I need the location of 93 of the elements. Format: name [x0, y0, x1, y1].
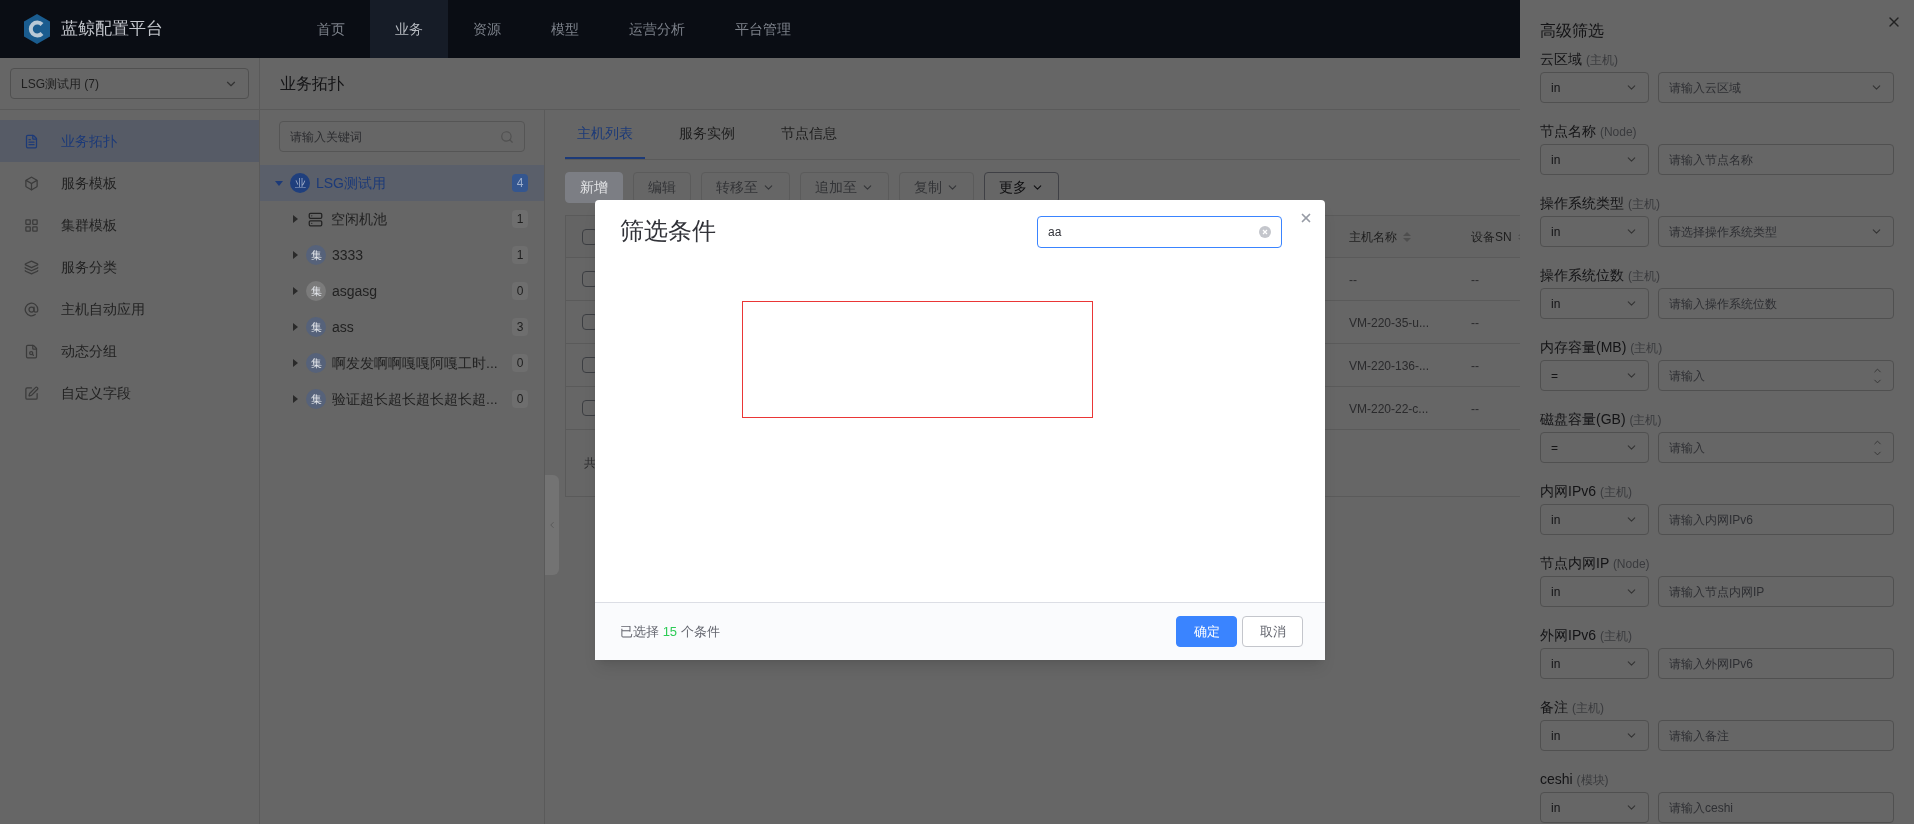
column-header: 设备SN: [1471, 228, 1512, 246]
cube-icon: [24, 175, 39, 191]
operator-select[interactable]: =: [1540, 432, 1649, 463]
operator-select[interactable]: in: [1540, 144, 1649, 175]
table-cell: --: [1471, 402, 1479, 416]
dialog-title: 筛选条件: [620, 216, 716, 246]
operator-select[interactable]: in: [1540, 792, 1649, 823]
business-select[interactable]: LSG测试用 (7): [10, 68, 249, 99]
column-header: 主机名称: [1349, 228, 1397, 246]
file-search-icon: [24, 343, 39, 359]
tree-node[interactable]: 空闲机池 1: [260, 201, 544, 237]
tree-node-label: 空闲机池: [331, 209, 388, 229]
sidebar-item[interactable]: 集群模板: [0, 204, 259, 246]
sidebar-item[interactable]: 服务模板: [0, 162, 259, 204]
set-badge: 集: [306, 353, 326, 373]
table-cell: VM-220-35-u...: [1349, 316, 1430, 330]
tab[interactable]: 主机列表: [565, 110, 645, 159]
edit-icon: [24, 385, 39, 401]
at-sign-icon: [24, 301, 39, 317]
tree-node[interactable]: 集 ass 3: [260, 309, 544, 345]
nav-item[interactable]: 运营分析: [604, 0, 710, 58]
operator-select[interactable]: in: [1540, 576, 1649, 607]
clear-icon[interactable]: [1259, 226, 1271, 238]
confirm-button[interactable]: 确定: [1176, 616, 1237, 647]
tree-node-label: ass: [332, 317, 355, 337]
table-cell: --: [1471, 316, 1479, 330]
pagination-text: 共: [584, 455, 596, 472]
sidebar-item[interactable]: 动态分组: [0, 330, 259, 372]
caret-right-icon[interactable]: [290, 286, 300, 296]
tree-node-label: 验证超长超长超长超长超...: [332, 389, 499, 409]
sidebar-item[interactable]: 自定义字段: [0, 372, 259, 414]
tab[interactable]: 服务实例: [667, 110, 747, 159]
count-badge: 1: [512, 210, 528, 228]
tree-node-label: 啊发发啊啊嘎嘎阿嘎工时...: [332, 353, 499, 373]
page-title: 业务拓扑: [280, 73, 344, 94]
operator-select[interactable]: in: [1540, 72, 1649, 103]
tree-node-label: 3333: [332, 245, 365, 265]
operator-select[interactable]: in: [1540, 288, 1649, 319]
grid-icon: [24, 217, 39, 233]
count-badge: 4: [512, 174, 528, 192]
operator-select[interactable]: in: [1540, 720, 1649, 751]
selection-summary: 已选择 15 个条件: [620, 622, 720, 641]
table-cell: --: [1471, 359, 1479, 373]
count-badge: 1: [512, 246, 528, 264]
tree-node[interactable]: 集 验证超长超长超长超长超... 0: [260, 381, 544, 417]
tree-node[interactable]: 业 LSG测试用 4: [260, 165, 544, 201]
operator-select[interactable]: =: [1540, 360, 1649, 391]
tree-node[interactable]: 集 3333 1: [260, 237, 544, 273]
set-badge: 集: [306, 281, 326, 301]
nav-item[interactable]: 业务: [370, 0, 448, 58]
drawer-title: 高级筛选: [1540, 22, 1604, 40]
operator-select[interactable]: in: [1540, 504, 1649, 535]
tree-node-label: LSG测试用: [316, 173, 387, 193]
count-badge: 3: [512, 318, 528, 336]
table-cell: VM-220-136-...: [1349, 359, 1430, 373]
caret-down-icon[interactable]: [274, 178, 284, 188]
table-cell: --: [1471, 273, 1479, 287]
sidebar-item[interactable]: 服务分类: [0, 246, 259, 288]
logo-icon: [22, 13, 52, 45]
set-badge: 集: [306, 245, 326, 265]
tab[interactable]: 节点信息: [769, 110, 849, 159]
count-badge: 0: [512, 390, 528, 408]
server-icon: [308, 211, 323, 227]
caret-right-icon[interactable]: [290, 250, 300, 260]
table-cell: --: [1349, 273, 1357, 287]
sidebar-item[interactable]: 主机自动应用: [0, 288, 259, 330]
operator-select[interactable]: in: [1540, 648, 1649, 679]
document-icon: [24, 133, 39, 149]
layers-icon: [24, 259, 39, 275]
nav-item[interactable]: 首页: [292, 0, 370, 58]
count-badge: 0: [512, 354, 528, 372]
logo-text: 蓝鲸配置平台: [61, 18, 163, 41]
close-icon[interactable]: [1299, 211, 1313, 225]
collapse-handle[interactable]: [545, 475, 559, 575]
caret-right-icon[interactable]: [290, 394, 300, 404]
nav-item[interactable]: 平台管理: [710, 0, 816, 58]
caret-right-icon[interactable]: [290, 322, 300, 332]
caret-right-icon[interactable]: [290, 214, 300, 224]
tree-node[interactable]: 集 啊发发啊啊嘎嘎阿嘎工时... 0: [260, 345, 544, 381]
cancel-button[interactable]: 取消: [1242, 616, 1303, 647]
set-badge: 集: [306, 389, 326, 409]
tree-node[interactable]: 集 asgasg 0: [260, 273, 544, 309]
table-cell: VM-220-22-c...: [1349, 402, 1429, 416]
tree-node-label: asgasg: [332, 281, 379, 301]
nav-item[interactable]: 模型: [526, 0, 604, 58]
sidebar-item[interactable]: 业务拓扑: [0, 120, 259, 162]
nav-item[interactable]: 资源: [448, 0, 526, 58]
business-badge: 业: [290, 173, 310, 193]
set-badge: 集: [306, 317, 326, 337]
count-badge: 0: [512, 282, 528, 300]
operator-select[interactable]: in: [1540, 216, 1649, 247]
caret-right-icon[interactable]: [290, 358, 300, 368]
search-field[interactable]: aa: [1037, 216, 1282, 248]
